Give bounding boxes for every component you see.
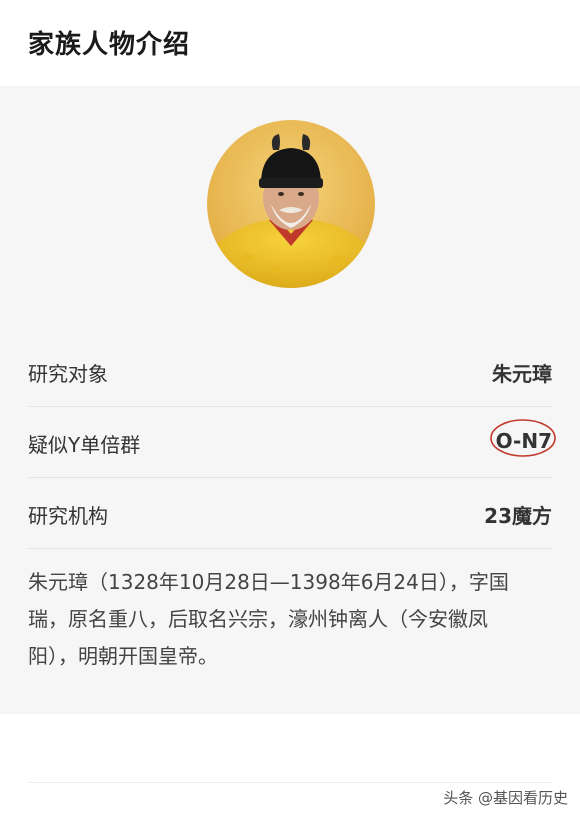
row-label: 研究对象 [28, 362, 108, 386]
footer-divider [28, 782, 552, 783]
profile-card: 研究对象 朱元璋 疑似Y单倍群 O-N7 研究机构 23魔方 朱元璋（1328年… [0, 86, 580, 714]
row-label: 疑似Y单倍群 [28, 433, 141, 457]
avatar [207, 120, 375, 288]
row-label: 研究机构 [28, 504, 108, 528]
page-header: 家族人物介绍 [0, 0, 580, 86]
row-research-institution: 研究机构 23魔方 [28, 478, 552, 549]
row-value: 朱元璋 [492, 362, 552, 386]
row-value: 23魔方 [484, 504, 552, 528]
row-value: O-N7 [495, 429, 552, 453]
profile-description: 朱元璋（1328年10月28日—1398年6月24日），字国瑞，原名重八，后取名… [28, 570, 509, 668]
page-title: 家族人物介绍 [28, 30, 191, 60]
row-haplogroup: 疑似Y单倍群 O-N7 [28, 407, 556, 478]
watermark: 头条 @基因看历史 [443, 789, 568, 807]
row-research-subject: 研究对象 朱元璋 [28, 336, 552, 407]
emperor-portrait-icon [207, 120, 375, 288]
